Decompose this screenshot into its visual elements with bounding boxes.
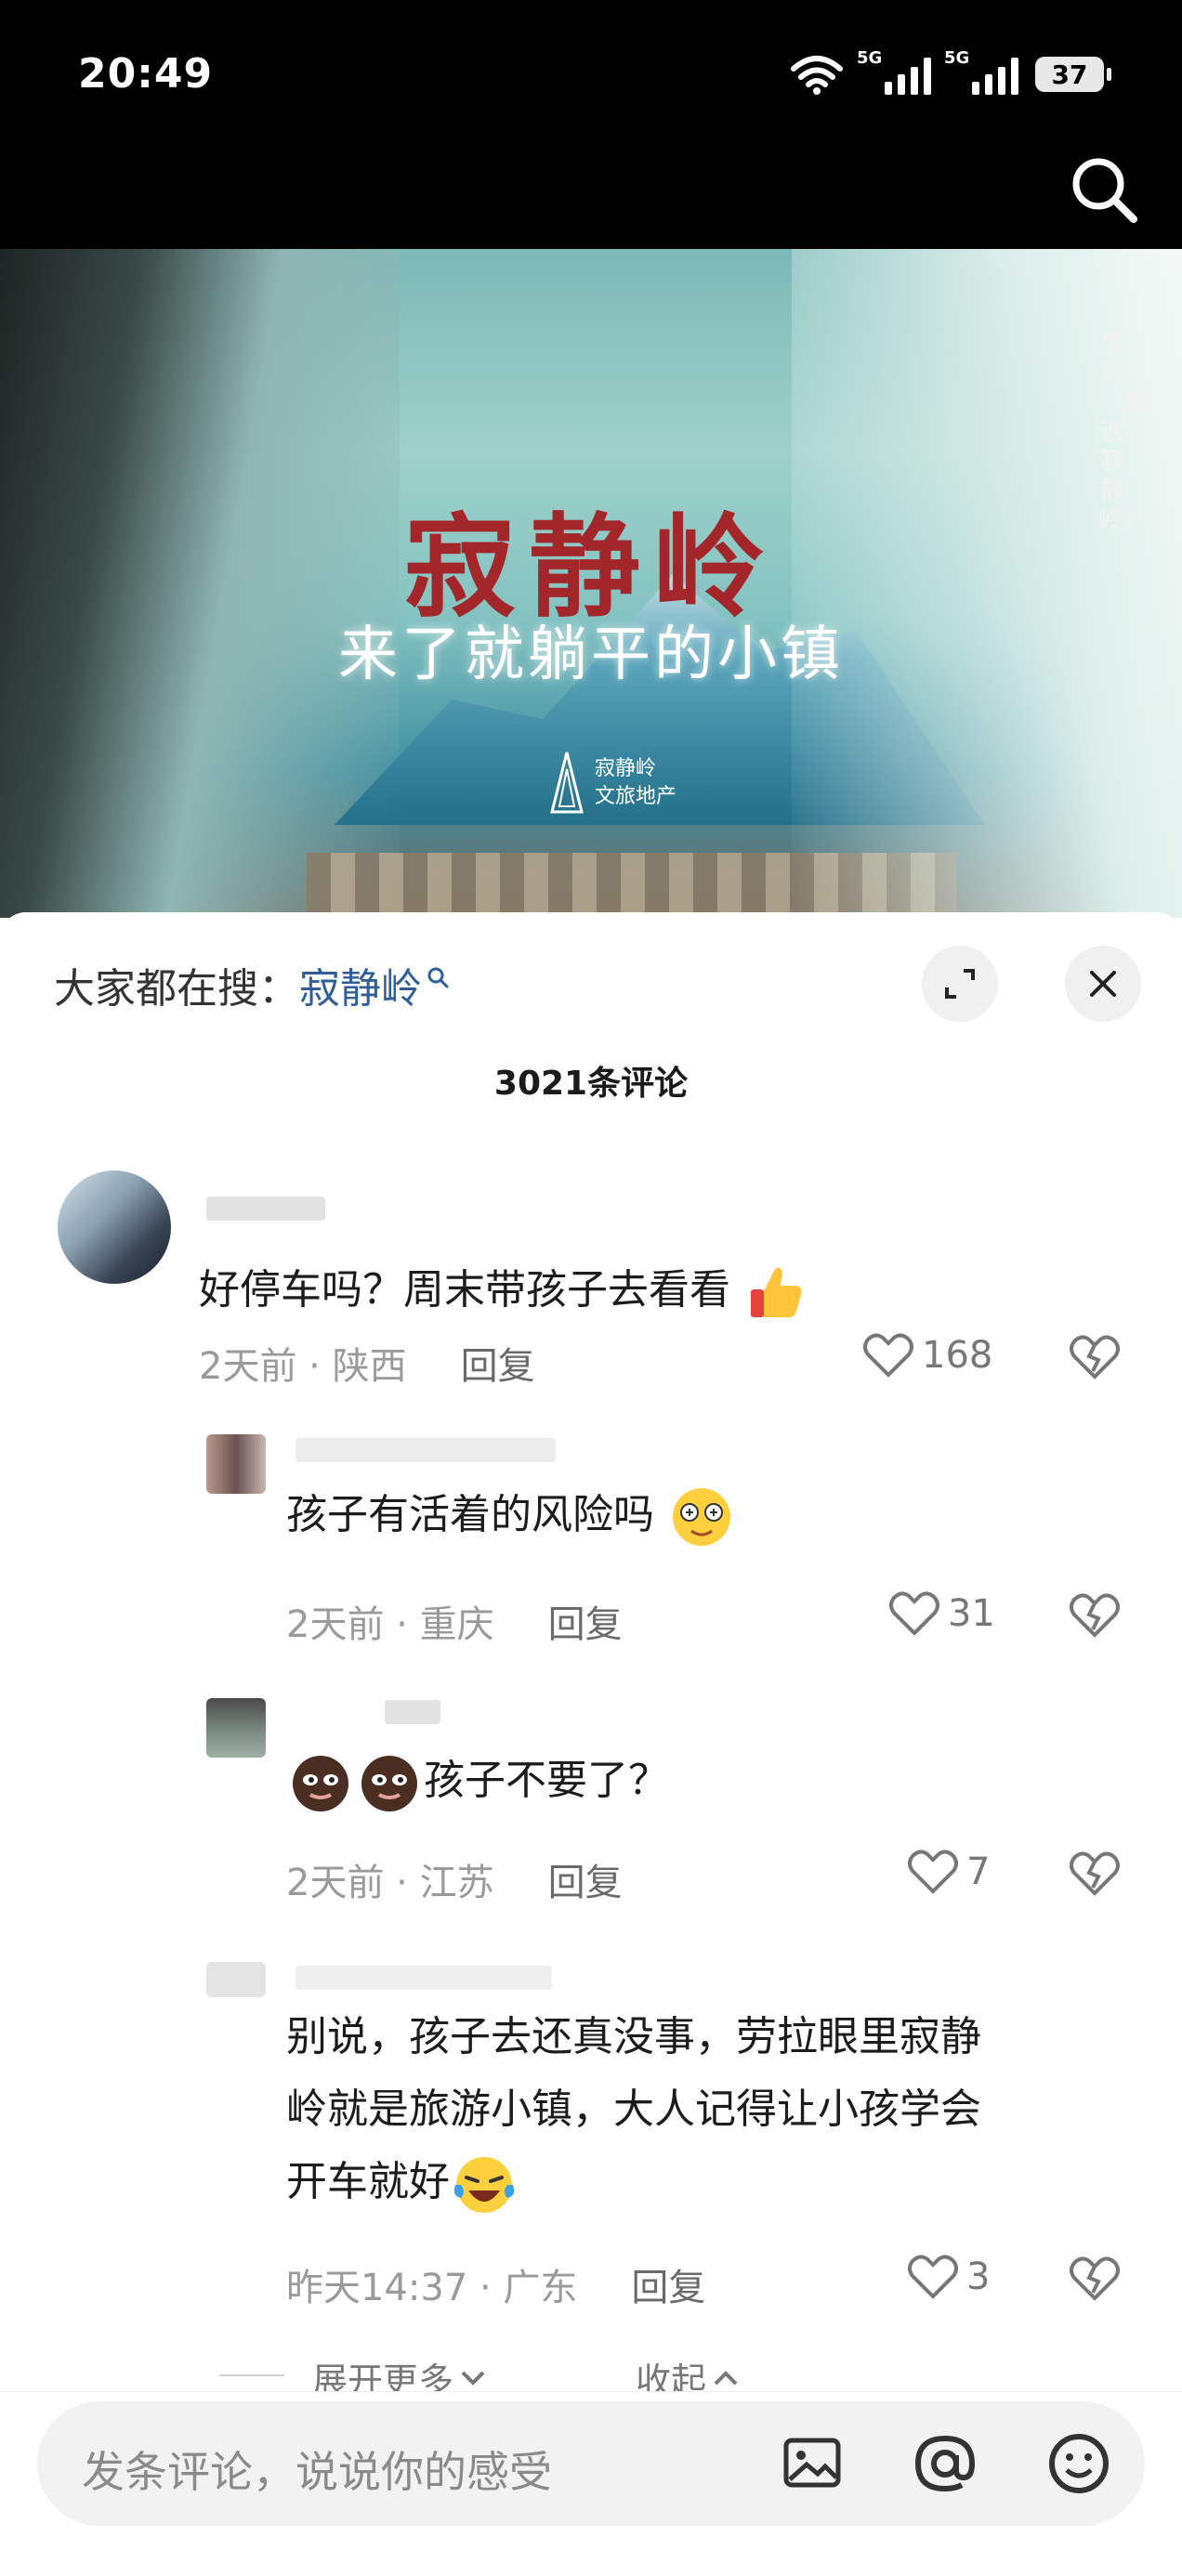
comment-time: 2天前 · 重庆 xyxy=(286,1603,494,1646)
wifi-icon xyxy=(791,56,843,95)
thumbs-up-icon xyxy=(751,1267,802,1317)
heart-icon xyxy=(863,1333,913,1378)
reply-button[interactable]: 回复 xyxy=(548,1594,623,1648)
status-bar: 20:49 5G 5G 37 xyxy=(0,0,1182,149)
comment-meta: 2天前 · 重庆 回复 xyxy=(286,1594,623,1648)
username-blurred[interactable] xyxy=(206,1196,325,1221)
comment-meta: 2天前 · 江苏 回复 xyxy=(286,1852,623,1906)
mention-icon[interactable] xyxy=(911,2429,979,2498)
status-icons: 5G 5G 37 xyxy=(790,48,1111,95)
like-button[interactable]: 31 xyxy=(888,1590,995,1637)
dislike-icon[interactable] xyxy=(1069,1850,1121,1897)
video-player[interactable]: 寂静岭 来了就躺平的小镇 寂静岭 文旅地产 电影《重返寂静岭》 xyxy=(0,249,1182,918)
expand-icon xyxy=(945,969,975,999)
expand-button[interactable] xyxy=(922,946,998,1022)
search-keyword[interactable]: 寂静岭 xyxy=(299,955,422,1014)
emoji-icon[interactable] xyxy=(1044,2429,1113,2498)
logo-mark-icon xyxy=(550,752,584,814)
avatar[interactable] xyxy=(206,1962,266,1997)
laughing-tears-icon xyxy=(453,2157,515,2213)
comment-meta: 昨天14:37 · 广东 回复 xyxy=(286,2257,705,2311)
like-count: 7 xyxy=(966,1850,991,1893)
logo-line2: 文旅地产 xyxy=(595,785,677,808)
heart-icon xyxy=(908,1850,958,1894)
comments-sheet: 大家都在搜： 寂静岭 3021条评论 好停车吗？周末带孩子去看看 2天前 · 陕 xyxy=(0,912,1182,2576)
reply-button[interactable]: 回复 xyxy=(461,1336,535,1390)
battery-indicator: 37 xyxy=(1035,57,1111,92)
comment-line: 别说，孩子去还真没事，劳拉眼里寂静 xyxy=(286,2013,981,2060)
dislike-icon[interactable] xyxy=(1069,1592,1121,1639)
close-button[interactable] xyxy=(1065,946,1141,1022)
comment-line: 开车就好 xyxy=(286,2146,981,2218)
like-button[interactable]: 168 xyxy=(862,1332,992,1379)
like-button[interactable]: 7 xyxy=(907,1849,990,1895)
video-subtitle: 来了就躺平的小镇 xyxy=(338,621,844,689)
comment-text: 别说，孩子去还真没事，劳拉眼里寂静 岭就是旅游小镇，大人记得让小孩学会 开车就好 xyxy=(286,2001,981,2218)
comment-input[interactable]: 发条评论，说说你的感受 xyxy=(37,2401,1145,2526)
comment-count: 3021条评论 xyxy=(493,1065,689,1103)
username-blurred[interactable] xyxy=(385,1700,440,1724)
comment-line: 岭就是旅游小镇，大人记得让小孩学会 xyxy=(286,2086,981,2133)
comment-placeholder: 发条评论，说说你的感受 xyxy=(82,2447,552,2497)
divider xyxy=(219,2374,284,2376)
search-prefix: 大家都在搜： xyxy=(54,965,299,1013)
comment-meta: 2天前 · 陕西 回复 xyxy=(199,1336,535,1390)
side-caption: 电影《重返寂静岭》 xyxy=(1098,329,1148,535)
like-count: 168 xyxy=(922,1334,993,1377)
like-count: 3 xyxy=(966,2256,991,2298)
dizzy-face-icon xyxy=(673,1488,730,1546)
chevron-up-icon xyxy=(714,2370,738,2385)
heart-icon xyxy=(908,2255,958,2299)
chevron-down-icon xyxy=(461,2371,485,2386)
brown-face-icon xyxy=(293,1756,348,1811)
comment-time: 昨天14:37 · 广东 xyxy=(286,2267,578,2309)
search-small-icon xyxy=(427,967,449,988)
heart-icon xyxy=(889,1591,939,1636)
status-time: 20:49 xyxy=(78,50,214,98)
logo-line1: 寂静岭 xyxy=(595,757,657,780)
comment-text: 好停车吗？周末带孩子去看看 xyxy=(199,1254,808,1327)
avatar[interactable] xyxy=(206,1434,266,1494)
comment-text: 孩子有活着的风险吗 xyxy=(286,1479,736,1551)
reply-button[interactable]: 回复 xyxy=(631,2257,705,2311)
dislike-icon[interactable] xyxy=(1069,1334,1121,1380)
signal-icon-2: 5G xyxy=(944,48,1018,95)
reply-button[interactable]: 回复 xyxy=(548,1852,623,1906)
comment-time: 2天前 · 陕西 xyxy=(199,1345,407,1388)
dislike-icon[interactable] xyxy=(1069,2256,1121,2302)
like-count: 31 xyxy=(948,1592,995,1635)
brown-face-icon xyxy=(361,1756,417,1811)
comment-time: 2天前 · 江苏 xyxy=(286,1862,494,1904)
trending-search[interactable]: 大家都在搜： 寂静岭 xyxy=(54,955,450,1014)
comment-text: 孩子不要了？ xyxy=(286,1745,669,1817)
search-icon[interactable] xyxy=(1067,152,1141,227)
like-button[interactable]: 3 xyxy=(907,2254,990,2300)
signal-icon: 5G xyxy=(857,48,931,95)
username-blurred[interactable] xyxy=(296,1966,552,1990)
video-logo: 寂静岭 文旅地产 xyxy=(548,751,676,816)
comment-input-bar: 发条评论，说说你的感受 xyxy=(0,2391,1182,2576)
avatar[interactable] xyxy=(58,1170,171,1284)
image-icon[interactable] xyxy=(779,2429,846,2496)
avatar[interactable] xyxy=(206,1698,266,1758)
video-top-band xyxy=(0,149,1182,249)
username-blurred[interactable] xyxy=(296,1438,556,1462)
close-icon xyxy=(1090,971,1116,997)
